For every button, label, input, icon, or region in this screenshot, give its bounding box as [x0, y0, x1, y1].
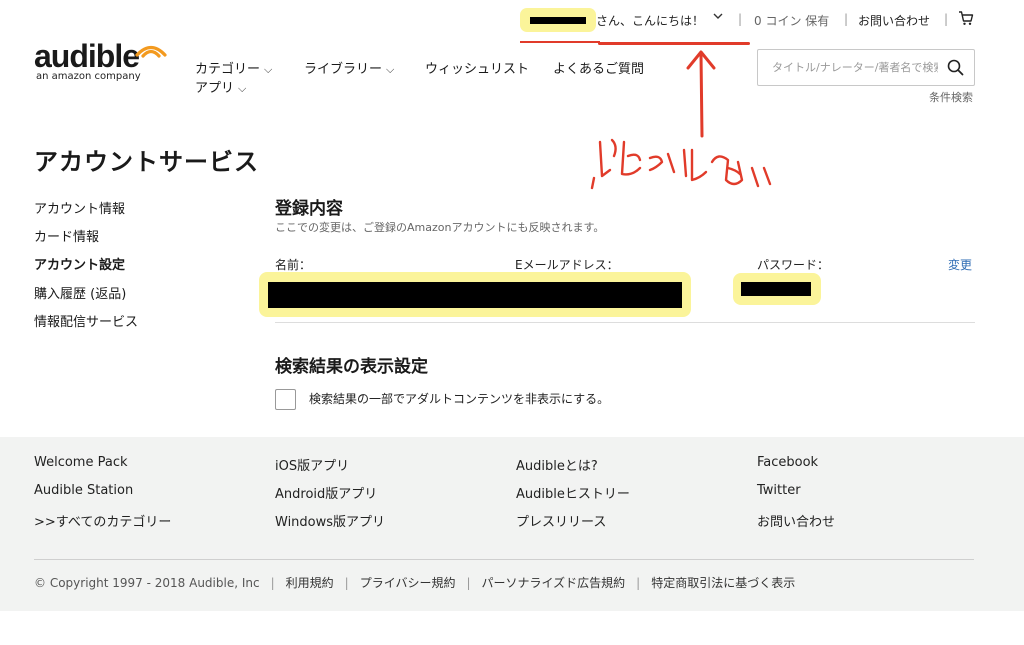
nav-library[interactable]: ライブラリー ⌵: [304, 58, 394, 77]
footer-link-windows-app[interactable]: Windows版アプリ: [275, 511, 385, 530]
nav-label: よくあるご質問: [553, 62, 645, 77]
footer-divider: [34, 559, 974, 560]
change-link[interactable]: 変更: [948, 256, 972, 273]
logo-tagline: an amazon company: [36, 71, 141, 82]
nav-label: アプリ: [195, 81, 235, 96]
name-label: 名前：: [275, 258, 312, 272]
audible-logo[interactable]: audible an amazon company: [34, 38, 174, 90]
redacted-username: [530, 17, 586, 24]
account-greeting[interactable]: さん、こんにちは！: [596, 12, 704, 29]
page-title: アカウントサービス: [34, 148, 259, 176]
footer-link-audible-station[interactable]: Audible Station: [34, 483, 133, 498]
search-settings-title: 検索結果の表示設定: [275, 357, 428, 377]
redacted-name-email: [268, 282, 682, 308]
sidebar-item-card-info[interactable]: カード情報: [34, 226, 99, 245]
section-divider: [275, 322, 975, 323]
footer-link-about-audible[interactable]: Audibleとは?: [516, 455, 598, 474]
nav-label: ウィッシュリスト: [425, 62, 530, 77]
footer-link-facebook[interactable]: Facebook: [757, 455, 818, 470]
legal-link-commerce-act[interactable]: 特定商取引法に基づく表示: [651, 574, 795, 591]
sidebar-item-account-settings[interactable]: アカウント設定: [34, 254, 125, 273]
registration-title: 登録内容: [275, 199, 343, 219]
separator: |: [844, 12, 849, 26]
search-box: [757, 49, 975, 86]
legal-bar: © Copyright 1997 - 2018 Audible, Inc | 利用規…: [34, 574, 795, 591]
copyright-text: © Copyright 1997 - 2018 Audible, Inc: [34, 576, 260, 590]
search-icon[interactable]: [947, 59, 964, 80]
annotation-underline: [520, 41, 600, 43]
registration-note: ここでの変更は、ご登録のAmazonアカウントにも反映されます。: [275, 221, 605, 234]
separator: |: [636, 576, 641, 590]
adult-filter-checkbox[interactable]: [275, 389, 296, 410]
separator: |: [944, 12, 949, 26]
nav-wishlist[interactable]: ウィッシュリスト: [425, 58, 529, 77]
signal-waves-icon: [135, 45, 167, 58]
nav-faq[interactable]: よくあるご質問: [553, 58, 644, 77]
footer-link-contact[interactable]: お問い合わせ: [757, 511, 835, 530]
contact-link[interactable]: お問い合わせ: [858, 12, 930, 29]
adult-filter-label[interactable]: 検索結果の一部でアダルトコンテンツを非表示にする。: [309, 390, 609, 407]
email-label: Eメールアドレス：: [515, 258, 619, 272]
footer-link-press-release[interactable]: プレスリリース: [516, 511, 606, 530]
footer-link-welcome-pack[interactable]: Welcome Pack: [34, 455, 128, 470]
sidebar-item-newsletter[interactable]: 情報配信サービス: [34, 311, 138, 330]
advanced-search-link[interactable]: 条件検索: [929, 89, 973, 105]
nav-categories[interactable]: カテゴリー ⌵: [195, 58, 272, 77]
nav-apps[interactable]: アプリ ⌵: [195, 77, 246, 96]
cart-icon[interactable]: [958, 10, 974, 29]
nav-label: ライブラリー: [304, 62, 383, 77]
nav-label: カテゴリー: [195, 62, 261, 77]
separator: |: [738, 12, 743, 26]
footer-link-ios-app[interactable]: iOS版アプリ: [275, 455, 349, 474]
utility-bar: さん、こんにちは！ | 0 コイン 保有 | お問い合わせ |: [520, 8, 980, 32]
sidebar-item-purchase-history[interactable]: 購入履歴 (返品): [34, 283, 126, 302]
legal-link-terms[interactable]: 利用規約: [286, 574, 334, 591]
footer-link-twitter[interactable]: Twitter: [757, 483, 801, 498]
annotation-arrow-icon: [686, 50, 716, 138]
annotation-underline: [598, 42, 750, 45]
coin-balance: 0 コイン 保有: [754, 14, 830, 28]
chevron-down-icon: ⌵: [238, 82, 247, 95]
legal-link-privacy[interactable]: プライバシー規約: [360, 574, 456, 591]
footer: Welcome Pack Audible Station >>すべてのカテゴリー…: [0, 437, 1024, 611]
sidebar-item-account-info[interactable]: アカウント情報: [34, 198, 125, 217]
separator: |: [466, 576, 471, 590]
chevron-down-icon[interactable]: [712, 10, 724, 25]
password-label: パスワード：: [757, 258, 830, 272]
separator: |: [344, 576, 349, 590]
legal-link-personalized-ads[interactable]: パーソナライズド広告規約: [482, 574, 626, 591]
search-input[interactable]: [758, 50, 938, 85]
annotation-scribble-icon: [590, 138, 772, 190]
main-nav: カテゴリー ⌵ ライブラリー ⌵ ウィッシュリスト よくあるご質問 アプリ ⌵: [195, 58, 715, 98]
chevron-down-icon: ⌵: [386, 63, 395, 76]
logo-wordmark: audible: [34, 38, 140, 74]
footer-link-android-app[interactable]: Android版アプリ: [275, 483, 377, 502]
footer-link-audible-history[interactable]: Audibleヒストリー: [516, 483, 630, 502]
separator: |: [270, 576, 275, 590]
redacted-password: [741, 282, 811, 296]
chevron-down-icon: ⌵: [264, 63, 273, 76]
footer-link-all-categories[interactable]: >>すべてのカテゴリー: [34, 511, 171, 530]
